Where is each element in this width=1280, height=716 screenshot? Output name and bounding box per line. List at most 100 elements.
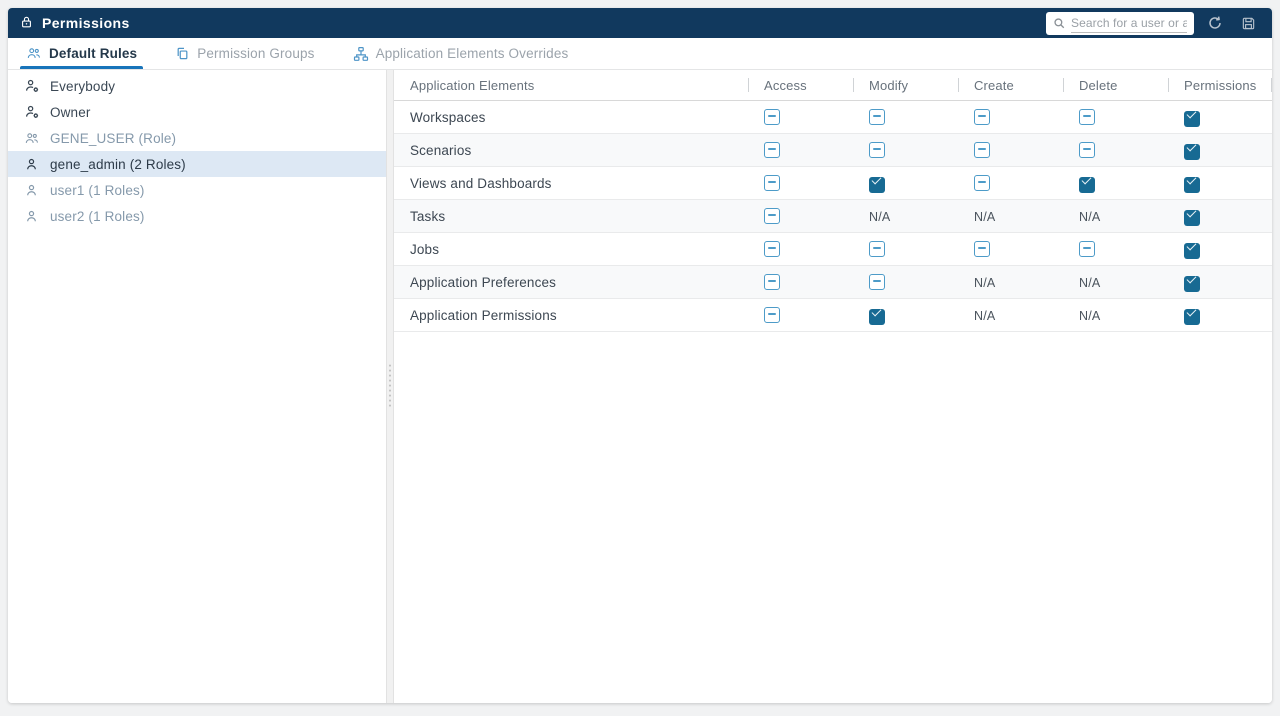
sidebar-item-user1-1-roles[interactable]: user1 (1 Roles) (8, 177, 386, 203)
create-checkbox[interactable] (974, 175, 990, 191)
permissions-checkbox[interactable] (1184, 143, 1200, 160)
user-icon (24, 209, 40, 224)
cell-delete (1063, 109, 1168, 125)
cell-access (748, 109, 853, 125)
cell-permissions (1168, 206, 1272, 226)
cell-permissions (1168, 239, 1272, 259)
sidebar-item-owner[interactable]: Owner (8, 99, 386, 125)
cell-access (748, 142, 853, 158)
access-checkbox[interactable] (764, 142, 780, 158)
column-header-permissions: Permissions (1168, 78, 1272, 93)
search-box[interactable] (1046, 11, 1194, 35)
permissions-checkbox[interactable] (1184, 209, 1200, 226)
create-checkbox[interactable] (974, 142, 990, 158)
table-row-application-permissions: Application Permissions N/A N/A (394, 299, 1272, 332)
sidebar-item-label: Everybody (50, 78, 116, 94)
cell-create: N/A (958, 275, 1063, 290)
na-label: N/A (1079, 275, 1101, 290)
access-checkbox[interactable] (764, 109, 780, 125)
panel-splitter[interactable] (386, 70, 394, 703)
delete-checkbox[interactable] (1079, 142, 1095, 158)
table-row-application-preferences: Application Preferences N/A N/A (394, 266, 1272, 299)
table-row-workspaces: Workspaces (394, 101, 1272, 134)
search-icon (1053, 17, 1066, 30)
table-row-scenarios: Scenarios (394, 134, 1272, 167)
delete-checkbox[interactable] (1079, 176, 1095, 193)
refresh-button[interactable] (1203, 11, 1227, 35)
cell-access (748, 175, 853, 191)
tab-permission-groups[interactable]: Permission Groups (169, 38, 320, 69)
delete-checkbox[interactable] (1079, 241, 1095, 257)
cell-delete (1063, 142, 1168, 158)
cell-access (748, 208, 853, 224)
modify-checkbox[interactable] (869, 109, 885, 125)
cell-delete (1063, 241, 1168, 257)
cell-modify (853, 173, 958, 193)
tab-default-rules[interactable]: Default Rules (20, 38, 144, 69)
save-icon (1241, 16, 1256, 31)
element-name: Application Permissions (410, 307, 557, 323)
column-header-access: Access (748, 78, 853, 93)
permissions-table: Application Elements Access Modify Create De… (394, 70, 1272, 703)
search-input[interactable] (1071, 13, 1187, 33)
create-checkbox[interactable] (974, 109, 990, 125)
user-icon (24, 157, 40, 172)
column-header-create: Create (958, 78, 1063, 93)
sidebar-item-label: gene_admin (2 Roles) (50, 156, 186, 172)
na-label: N/A (974, 308, 996, 323)
lock-icon (20, 15, 33, 32)
access-checkbox[interactable] (764, 241, 780, 257)
column-header-application-elements: Application Elements (410, 77, 535, 93)
team-icon (24, 131, 40, 146)
page-title: Permissions (42, 15, 130, 31)
create-checkbox[interactable] (974, 241, 990, 257)
tab-label: Permission Groups (197, 46, 315, 61)
na-label: N/A (1079, 308, 1101, 323)
modify-checkbox[interactable] (869, 308, 885, 325)
access-checkbox[interactable] (764, 208, 780, 224)
modify-checkbox[interactable] (869, 176, 885, 193)
access-checkbox[interactable] (764, 307, 780, 323)
sidebar-item-user2-1-roles[interactable]: user2 (1 Roles) (8, 203, 386, 229)
na-label: N/A (1079, 209, 1101, 224)
cell-create (958, 142, 1063, 158)
sidebar-item-gene-admin-2-roles[interactable]: gene_admin (2 Roles) (8, 151, 386, 177)
sidebar-item-label: user1 (1 Roles) (50, 182, 145, 198)
permissions-window: Permissions Default Rules Permission Grou… (8, 8, 1272, 703)
permissions-checkbox[interactable] (1184, 275, 1200, 292)
delete-checkbox[interactable] (1079, 109, 1095, 125)
modify-checkbox[interactable] (869, 142, 885, 158)
permissions-checkbox[interactable] (1184, 176, 1200, 193)
sidebar-item-gene-user-role[interactable]: GENE_USER (Role) (8, 125, 386, 151)
modify-checkbox[interactable] (869, 274, 885, 290)
table-row-views-and-dashboards: Views and Dashboards (394, 167, 1272, 200)
access-checkbox[interactable] (764, 175, 780, 191)
cell-access (748, 241, 853, 257)
save-button[interactable] (1236, 11, 1260, 35)
permissions-checkbox[interactable] (1184, 242, 1200, 259)
tab-label: Application Elements Overrides (375, 46, 569, 61)
cell-modify: N/A (853, 209, 958, 224)
cell-permissions (1168, 140, 1272, 160)
modify-checkbox[interactable] (869, 241, 885, 257)
cell-create: N/A (958, 209, 1063, 224)
cell-modify (853, 305, 958, 325)
user-list: Everybody Owner GENE_USER (Role) gene_admin… (8, 70, 386, 703)
content-area: Everybody Owner GENE_USER (Role) gene_admin… (8, 70, 1272, 703)
tab-application-elements-overrides[interactable]: Application Elements Overrides (347, 38, 575, 69)
access-checkbox[interactable] (764, 274, 780, 290)
cell-access (748, 307, 853, 323)
sidebar-item-everybody[interactable]: Everybody (8, 73, 386, 99)
table-body: Workspaces Scenarios Views and Dashboards T… (394, 101, 1272, 332)
cell-delete: N/A (1063, 275, 1168, 290)
hierarchy-icon (353, 46, 369, 62)
permissions-checkbox[interactable] (1184, 308, 1200, 325)
cell-permissions (1168, 107, 1272, 127)
cell-create: N/A (958, 308, 1063, 323)
na-label: N/A (974, 209, 996, 224)
permissions-checkbox[interactable] (1184, 110, 1200, 127)
cell-permissions (1168, 173, 1272, 193)
element-name: Scenarios (410, 142, 472, 158)
tab-bar: Default Rules Permission Groups Applicatio… (8, 38, 1272, 70)
table-row-jobs: Jobs (394, 233, 1272, 266)
